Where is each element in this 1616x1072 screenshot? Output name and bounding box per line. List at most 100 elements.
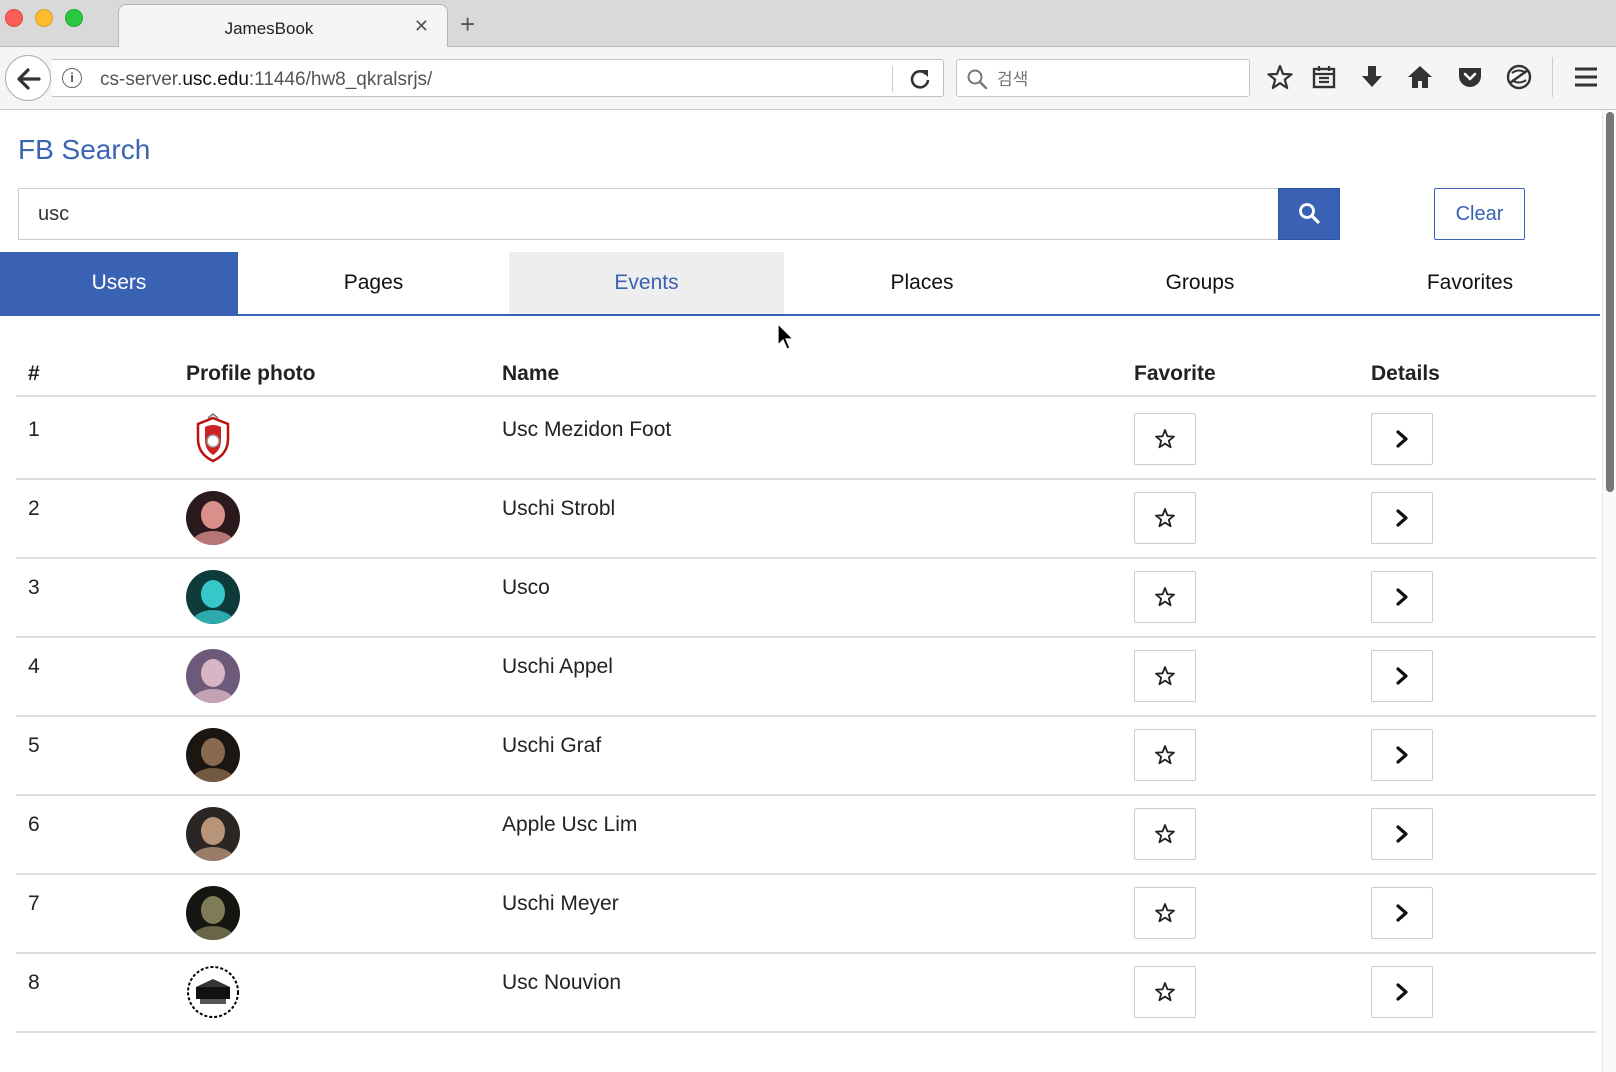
details-button[interactable] — [1371, 729, 1433, 781]
mouse-cursor-icon — [777, 323, 795, 350]
favorite-button[interactable] — [1134, 887, 1196, 939]
details-button[interactable] — [1371, 413, 1433, 465]
pocket-icon[interactable] — [1456, 63, 1484, 91]
table-row: 7 Uschi Meyer — [16, 873, 1596, 954]
back-button[interactable] — [5, 55, 51, 101]
avatar — [186, 728, 240, 782]
table-row: 1 Usc Mezidon Foot — [16, 399, 1596, 480]
bookmark-star-icon[interactable] — [1266, 63, 1294, 91]
tab-pages[interactable]: Pages — [238, 252, 509, 314]
download-icon[interactable] — [1358, 63, 1386, 91]
col-details: Details — [1371, 362, 1440, 385]
tab-users[interactable]: Users — [0, 252, 238, 314]
chevron-right-icon — [1396, 667, 1408, 685]
tab-close-icon[interactable]: ✕ — [414, 16, 429, 37]
search-icon — [1299, 202, 1320, 224]
details-button[interactable] — [1371, 887, 1433, 939]
star-icon — [1155, 982, 1175, 1002]
favorite-button[interactable] — [1134, 650, 1196, 702]
back-arrow-icon — [17, 68, 41, 90]
tracking-protection-icon[interactable] — [1505, 63, 1533, 91]
user-name: Uschi Appel — [502, 655, 613, 678]
details-button[interactable] — [1371, 808, 1433, 860]
tab-favorites[interactable]: Favorites — [1340, 252, 1600, 314]
chevron-right-icon — [1396, 983, 1408, 1001]
site-info-icon[interactable]: i — [62, 68, 82, 88]
url-path: :11446/hw8_qkralsrjs/ — [248, 69, 433, 90]
search-button[interactable] — [1278, 188, 1340, 240]
col-number: # — [28, 362, 40, 385]
clear-button[interactable]: Clear — [1434, 188, 1525, 240]
page-content: FB Search Clear Users Pages Events Place… — [0, 110, 1616, 1072]
col-profile-photo: Profile photo — [186, 362, 316, 385]
new-tab-button[interactable]: + — [460, 10, 475, 38]
row-number: 1 — [28, 418, 40, 441]
favorite-button[interactable] — [1134, 571, 1196, 623]
chevron-right-icon — [1396, 588, 1408, 606]
page-scrollbar[interactable] — [1602, 110, 1616, 1072]
category-tabs: Users Pages Events Places Groups Favorit… — [0, 252, 1600, 316]
tab-groups[interactable]: Groups — [1060, 252, 1340, 314]
user-name: Usc Mezidon Foot — [502, 418, 672, 441]
table-row: 6 Apple Usc Lim — [16, 794, 1596, 875]
chevron-right-icon — [1396, 430, 1408, 448]
browser-tab[interactable]: JamesBook ✕ — [118, 4, 448, 48]
row-number: 6 — [28, 813, 40, 836]
search-input[interactable] — [18, 188, 1280, 240]
table-header: # Profile photo Name Favorite Details — [16, 352, 1596, 397]
avatar — [186, 412, 240, 466]
favorite-button[interactable] — [1134, 729, 1196, 781]
favorite-button[interactable] — [1134, 808, 1196, 860]
page-title: FB Search — [18, 134, 151, 165]
url-prefix: cs-server. — [100, 69, 183, 90]
menu-icon[interactable] — [1572, 63, 1600, 91]
web-search-input[interactable] — [997, 70, 1237, 90]
user-name: Uschi Graf — [502, 734, 602, 757]
star-icon — [1155, 903, 1175, 923]
toolbar-divider — [1552, 57, 1553, 97]
reload-icon[interactable] — [907, 66, 933, 92]
row-number: 7 — [28, 892, 40, 915]
tab-events[interactable]: Events — [509, 252, 784, 314]
search-icon — [967, 69, 988, 90]
star-icon — [1155, 745, 1175, 765]
row-number: 8 — [28, 971, 40, 994]
star-icon — [1155, 824, 1175, 844]
avatar — [186, 886, 240, 940]
avatar — [186, 570, 240, 624]
avatar — [186, 649, 240, 703]
chevron-right-icon — [1396, 825, 1408, 843]
details-button[interactable] — [1371, 650, 1433, 702]
avatar — [186, 491, 240, 545]
close-window-button[interactable] — [5, 9, 23, 27]
favorite-button[interactable] — [1134, 413, 1196, 465]
row-number: 2 — [28, 497, 40, 520]
details-button[interactable] — [1371, 492, 1433, 544]
col-name: Name — [502, 362, 560, 385]
minimize-window-button[interactable] — [35, 9, 53, 27]
url-text[interactable]: cs-server.usc.edu:11446/hw8_qkralsrjs/ — [100, 69, 432, 91]
avatar — [186, 807, 240, 861]
chevron-right-icon — [1396, 904, 1408, 922]
reading-list-icon[interactable] — [1310, 63, 1338, 91]
user-name: Uschi Meyer — [502, 892, 619, 915]
web-search-box[interactable] — [956, 59, 1250, 97]
details-button[interactable] — [1371, 966, 1433, 1018]
row-number: 4 — [28, 655, 40, 678]
details-button[interactable] — [1371, 571, 1433, 623]
chevron-right-icon — [1396, 746, 1408, 764]
scrollbar-thumb[interactable] — [1606, 112, 1614, 492]
favorite-button[interactable] — [1134, 966, 1196, 1018]
tab-title: JamesBook — [224, 19, 314, 38]
url-bar[interactable]: i cs-server.usc.edu:11446/hw8_qkralsrjs/ — [52, 59, 944, 97]
favorite-button[interactable] — [1134, 492, 1196, 544]
table-row: 8 Usc Nouvion — [16, 952, 1596, 1033]
tab-places[interactable]: Places — [784, 252, 1060, 314]
home-icon[interactable] — [1406, 63, 1434, 91]
url-host: usc.edu — [182, 69, 249, 90]
url-divider — [892, 66, 893, 92]
zoom-window-button[interactable] — [65, 9, 83, 27]
row-number: 5 — [28, 734, 40, 757]
user-name: Uschi Strobl — [502, 497, 616, 520]
avatar — [186, 965, 240, 1019]
